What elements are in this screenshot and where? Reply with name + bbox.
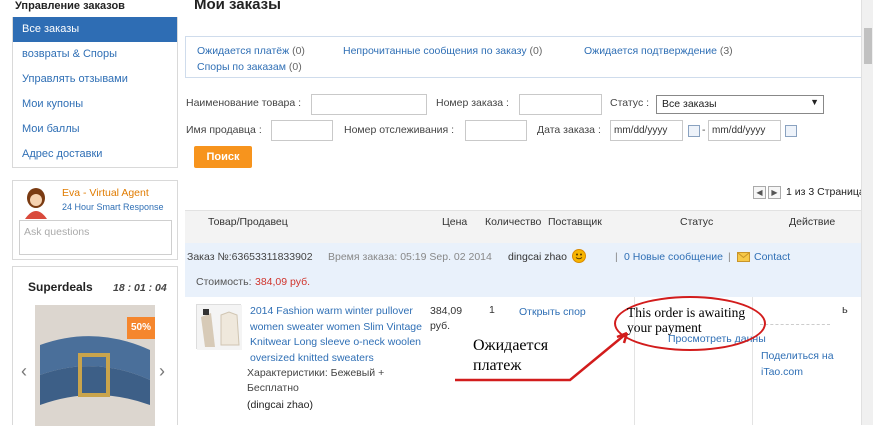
cost-label: Стоимость: (196, 276, 252, 288)
status-link-count: (0) (292, 45, 305, 57)
order-header: Заказ №:63653311833902 Время заказа: 05:… (185, 243, 864, 297)
status-link-disputes[interactable]: Споры по заказам (0) (197, 61, 302, 73)
order-time: Время заказа: 05:19 Sep. 02 2014 (328, 251, 492, 263)
order-number-label: Номер заказа : (436, 97, 509, 109)
superdeals-box: Superdeals 18 : 01 : 04 ‹ › 50% (12, 266, 178, 426)
product-name-label: Наименование товара : (186, 97, 302, 109)
calendar-icon[interactable] (785, 125, 797, 137)
item-price-value: 384,09 (430, 305, 463, 317)
col-status: Статус (680, 216, 714, 228)
col-price: Цена (442, 216, 468, 228)
sidebar-item-points[interactable]: Мои баллы (13, 117, 177, 142)
status-label: Статус : (610, 97, 650, 109)
prev-arrow-icon[interactable]: ‹ (21, 361, 27, 382)
next-page-icon[interactable]: ▶ (768, 186, 781, 199)
date-from-input[interactable]: mm/dd/yyyy (610, 120, 683, 141)
divider: | (728, 251, 731, 263)
annotation-pointer-text: Ожидается платеж (473, 336, 568, 376)
share-link[interactable]: Поделиться на (761, 350, 834, 362)
status-link-label: Ожидается платёж (197, 45, 290, 57)
cost-value: 384,09 руб. (255, 276, 311, 288)
status-link-awaiting-confirmation[interactable]: Ожидается подтверждение (3) (584, 45, 733, 57)
item-thumbnail[interactable] (196, 304, 242, 350)
date-separator: - (702, 124, 706, 136)
status-link-label: Непрочитанные сообщения по заказу (343, 45, 527, 57)
annotation-pointer-label: Ожидается платеж (473, 337, 549, 374)
scrollbar-thumb[interactable] (864, 28, 872, 64)
status-select[interactable]: Все заказы ▼ (656, 95, 824, 114)
superdeals-title: Superdeals (28, 280, 93, 294)
order-date-label: Дата заказа : (537, 124, 601, 136)
agent-avatar-icon (25, 188, 47, 219)
item-qty: 1 (489, 304, 495, 316)
sidebar-item-coupons[interactable]: Мои купоны (13, 92, 177, 117)
item-attributes: Характеристики: Бежевый + Бесплатно (din… (247, 366, 427, 413)
status-link-count: (3) (719, 45, 733, 57)
prev-page-icon[interactable]: ◀ (753, 186, 766, 199)
dashed-divider (760, 324, 830, 325)
sidebar-item-address[interactable]: Адрес доставки (13, 142, 177, 167)
smiley-icon[interactable] (572, 249, 586, 263)
divider: | (615, 251, 618, 263)
status-link-count: (0) (529, 45, 543, 57)
product-name-input[interactable] (311, 94, 427, 115)
share-site-link[interactable]: iTao.com (761, 366, 803, 378)
order-number-input[interactable] (519, 94, 602, 115)
date-to-input[interactable]: mm/dd/yyyy (708, 120, 781, 141)
scrollbar-track[interactable] (861, 0, 873, 425)
sweater-product-icon (197, 305, 242, 350)
table-header: Товар/Продавец Цена Количество Поставщик… (185, 210, 864, 243)
superdeals-timer: 18 : 01 : 04 (113, 282, 167, 294)
discount-badge: 50% (127, 317, 155, 339)
next-arrow-icon[interactable]: › (159, 361, 165, 382)
col-action: Действие (789, 216, 836, 228)
sidebar-heading: Управление заказов (15, 0, 125, 12)
status-link-label: Споры по заказам (197, 61, 286, 73)
status-select-value: Все заказы (662, 98, 717, 110)
tracking-input[interactable] (465, 120, 527, 141)
search-button[interactable]: Поиск (194, 146, 252, 168)
col-product: Товар/Продавец (208, 216, 288, 228)
col-qty: Количество (485, 216, 542, 228)
superdeals-product-image[interactable]: 50% (35, 305, 155, 426)
status-link-label: Ожидается подтверждение (584, 45, 717, 57)
agent-subtitle: 24 Hour Smart Response (62, 202, 164, 212)
sidebar-item-returns[interactable]: возвраты & Споры (13, 42, 177, 67)
action-button-partial[interactable]: ь (842, 304, 848, 316)
col-supplier: Поставщик (548, 216, 602, 228)
open-dispute-link[interactable]: Открыть спор (519, 306, 586, 318)
virtual-agent-box: Eva - Virtual Agent 24 Hour Smart Respon… (12, 180, 178, 260)
agent-question-input[interactable]: Ask questions (19, 220, 172, 255)
item-seller: (dingcai zhao) (247, 399, 313, 411)
status-link-count: (0) (288, 61, 302, 73)
seller-name-input[interactable] (271, 120, 333, 141)
page-title: Мои заказы (194, 0, 281, 13)
sidebar-item-all-orders[interactable]: Все заказы (13, 17, 177, 42)
pager-text: 1 из 3 Страница (786, 186, 865, 198)
seller-name-label: Имя продавца : (186, 124, 262, 136)
status-link-unread-messages[interactable]: Непрочитанные сообщения по заказу (0) (343, 45, 542, 57)
calendar-icon[interactable] (688, 125, 700, 137)
contact-link[interactable]: Contact (754, 251, 790, 263)
item-title-link[interactable]: 2014 Fashion warm winter pullover women … (250, 304, 430, 366)
item-attrs-text: Характеристики: Бежевый + Бесплатно (247, 367, 385, 394)
order-number: Заказ №:63653311833902 (187, 251, 313, 263)
chevron-down-icon: ▼ (810, 97, 819, 107)
status-filter-box: Ожидается платёж (0) Непрочитанные сообщ… (185, 36, 864, 78)
tracking-label: Номер отслеживания : (344, 124, 455, 136)
new-messages-link[interactable]: 0 Новые сообщение (624, 251, 723, 263)
status-link-awaiting-payment[interactable]: Ожидается платёж (0) (197, 45, 305, 57)
envelope-icon (737, 252, 750, 262)
sidebar-menu: Все заказы возвраты & Споры Управлять от… (12, 17, 178, 168)
agent-name: Eva - Virtual Agent (62, 187, 149, 199)
order-seller[interactable]: dingcai zhao (508, 251, 567, 263)
annotation-oval-text: This order is awaiting your payment (627, 305, 746, 335)
sidebar-item-feedback[interactable]: Управлять отзывами (13, 67, 177, 92)
